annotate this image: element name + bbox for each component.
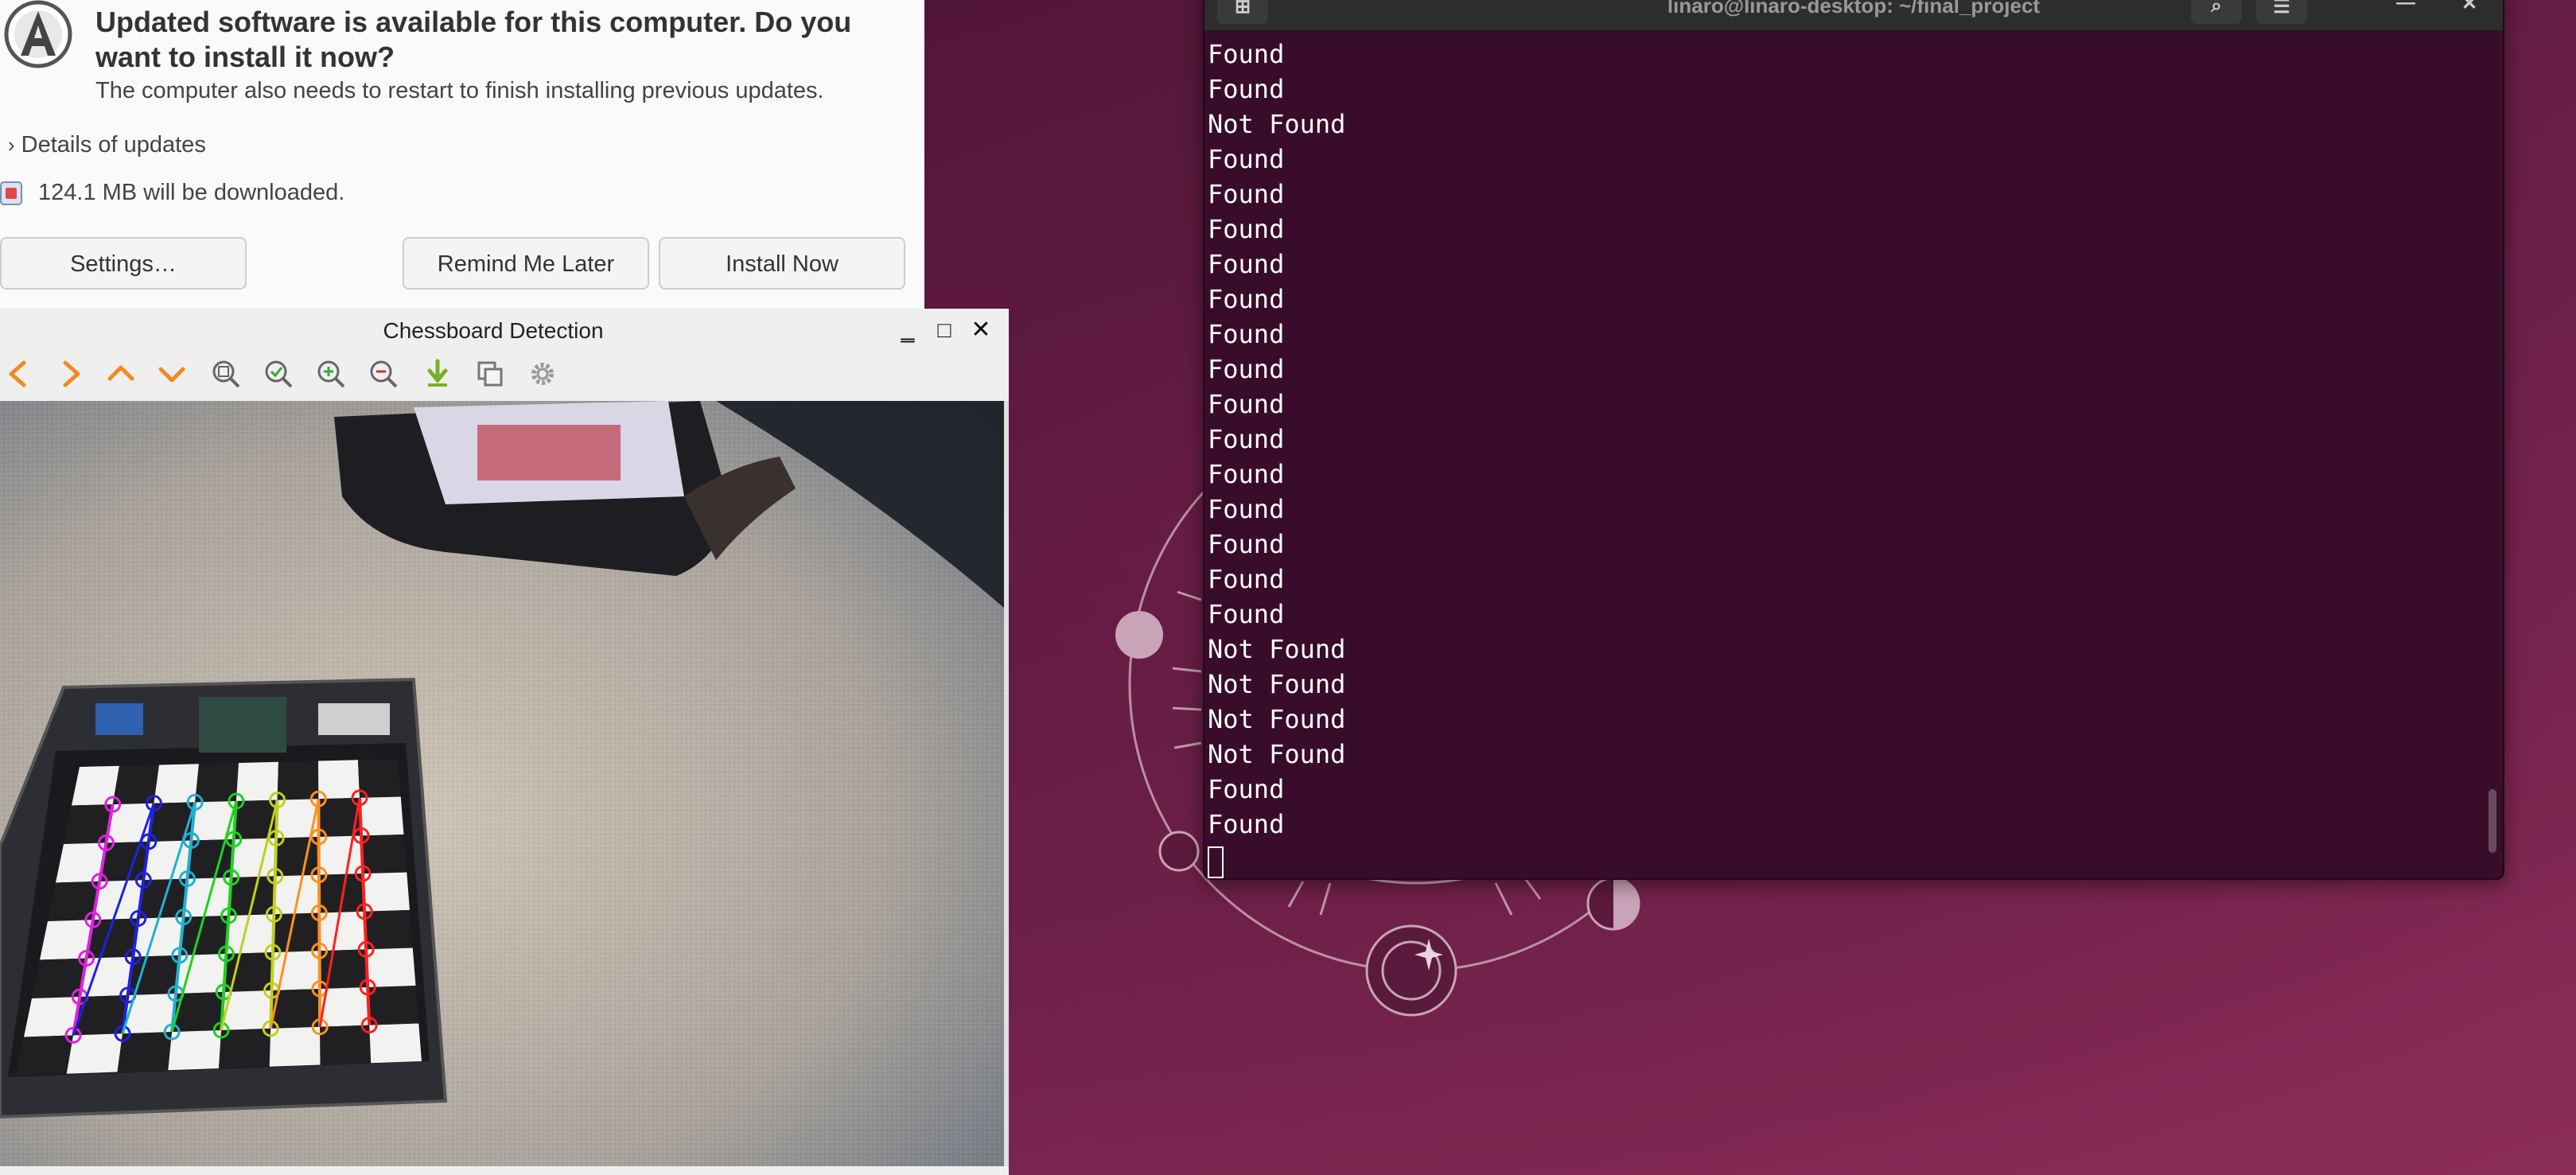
terminal-line: Found bbox=[1208, 39, 1285, 69]
board-square bbox=[320, 1025, 372, 1065]
close-button[interactable]: ✕ bbox=[967, 317, 994, 344]
terminal-line: Found bbox=[1208, 284, 1285, 314]
terminal-line: Not Found bbox=[1208, 109, 1346, 139]
terminal-line: Found bbox=[1208, 144, 1285, 174]
terminal-line: Found bbox=[1208, 599, 1285, 629]
wallpaper-planet-left bbox=[1115, 611, 1163, 659]
terminal-cursor bbox=[1208, 846, 1224, 878]
update-heading: Updated software is available for this c… bbox=[95, 6, 852, 73]
camera-image[interactable] bbox=[0, 401, 1004, 1166]
terminal-search-button[interactable]: ⌕ bbox=[2191, 0, 2242, 24]
software-updater-dialog: Updated software is available for this c… bbox=[0, 0, 924, 309]
board-square bbox=[154, 764, 199, 803]
board-square bbox=[138, 878, 188, 919]
board-square bbox=[16, 1035, 74, 1076]
download-size-row: 124.1 MB will be downloaded. bbox=[0, 180, 344, 206]
board-square bbox=[66, 1033, 123, 1074]
save-icon[interactable] bbox=[422, 358, 453, 390]
install-now-button[interactable]: Install Now bbox=[659, 237, 905, 290]
zoom-out-icon[interactable] bbox=[368, 358, 399, 390]
board-square bbox=[24, 997, 80, 1037]
terminal-prompt-line[interactable] bbox=[1208, 842, 2471, 878]
terminal-line: Found bbox=[1208, 319, 1285, 349]
terminal-line: Not Found bbox=[1208, 634, 1346, 664]
terminal-line: Found bbox=[1208, 249, 1285, 279]
board-square bbox=[72, 765, 119, 806]
terminal-output[interactable]: Found Found Not Found Found Found Found Found F… bbox=[1208, 37, 2471, 878]
terminal-line: Found bbox=[1208, 179, 1285, 209]
terminal-line: Found bbox=[1208, 424, 1285, 454]
terminal-line: Found bbox=[1208, 529, 1285, 559]
terminal-line: Found bbox=[1208, 389, 1285, 419]
remind-me-later-button[interactable]: Remind Me Later bbox=[403, 237, 649, 290]
window-edge bbox=[1004, 401, 1009, 1166]
copy-icon[interactable] bbox=[474, 358, 506, 390]
chessboard-detection-window[interactable]: Chessboard Detection ‗ □ ✕ bbox=[0, 309, 1009, 1175]
board-square bbox=[143, 840, 192, 881]
details-of-updates-expander[interactable]: › Details of updates bbox=[8, 132, 206, 158]
board-square bbox=[48, 881, 100, 921]
download-size-text: 124.1 MB will be downloaded. bbox=[38, 180, 345, 205]
arrow-up-icon[interactable] bbox=[105, 358, 137, 390]
board-square bbox=[168, 1030, 222, 1071]
chevron-right-icon: › bbox=[8, 133, 15, 157]
terminal-window[interactable]: ⊞ linaro@linaro-desktop: ~/final_project… bbox=[1203, 0, 2504, 880]
wallpaper-planet-bottom bbox=[1365, 924, 1457, 1017]
terminal-line: Found bbox=[1208, 214, 1285, 244]
board-square bbox=[369, 1023, 422, 1064]
terminal-line: Not Found bbox=[1208, 739, 1346, 769]
terminal-menu-button[interactable]: ☰ bbox=[2256, 0, 2307, 24]
settings-icon[interactable] bbox=[527, 358, 558, 390]
board-square bbox=[92, 880, 144, 920]
terminal-line: Found bbox=[1208, 774, 1285, 804]
board-square bbox=[112, 765, 159, 805]
board-square bbox=[368, 986, 419, 1025]
update-subtext: The computer also needs to restart to fi… bbox=[95, 78, 824, 103]
terminal-line: Not Found bbox=[1208, 669, 1346, 699]
settings-button[interactable]: Settings… bbox=[0, 237, 247, 290]
arrow-right-icon[interactable] bbox=[54, 358, 86, 390]
details-label: Details of updates bbox=[21, 132, 206, 158]
close-icon[interactable]: ✕ bbox=[2453, 0, 2485, 15]
terminal-titlebar[interactable]: ⊞ linaro@linaro-desktop: ~/final_project… bbox=[1204, 0, 2503, 31]
board-square bbox=[32, 958, 87, 998]
terminal-line: Found bbox=[1208, 494, 1285, 524]
search-icon: ⌕ bbox=[2211, 0, 2222, 17]
package-icon bbox=[0, 181, 22, 206]
arrow-down-icon[interactable] bbox=[156, 358, 188, 390]
terminal-line: Not Found bbox=[1208, 704, 1346, 734]
board-square bbox=[123, 994, 176, 1034]
zoom-original-icon[interactable] bbox=[263, 358, 294, 390]
terminal-line: Found bbox=[1208, 459, 1285, 489]
board-square bbox=[117, 1032, 173, 1072]
minimize-icon[interactable]: — bbox=[2390, 0, 2422, 14]
board-square bbox=[56, 842, 107, 883]
terminal-line: Found bbox=[1208, 74, 1285, 104]
terminal-title: linaro@linaro-desktop: ~/final_project bbox=[1667, 0, 2041, 18]
arrow-left-icon[interactable] bbox=[3, 358, 35, 390]
wallpaper-planet-small bbox=[1158, 831, 1200, 872]
maximize-button[interactable]: □ bbox=[931, 317, 958, 344]
corner-line bbox=[317, 799, 322, 1027]
zoom-in-icon[interactable] bbox=[315, 358, 347, 390]
software-updater-icon bbox=[4, 0, 72, 68]
zoom-fit-icon[interactable] bbox=[210, 358, 242, 390]
terminal-scrollbar[interactable] bbox=[2488, 789, 2496, 853]
board-square bbox=[40, 920, 93, 960]
minimize-button[interactable]: ‗ bbox=[894, 317, 921, 344]
terminal-line: Found bbox=[1208, 564, 1285, 594]
wallpaper-planet-half bbox=[1586, 877, 1640, 931]
terminal-line: Found bbox=[1208, 354, 1285, 384]
terminal-line: Found bbox=[1208, 809, 1285, 839]
image-toolbar bbox=[0, 353, 1009, 395]
menu-icon: ☰ bbox=[2273, 0, 2290, 18]
chess-window-title: Chessboard Detection bbox=[383, 318, 604, 343]
